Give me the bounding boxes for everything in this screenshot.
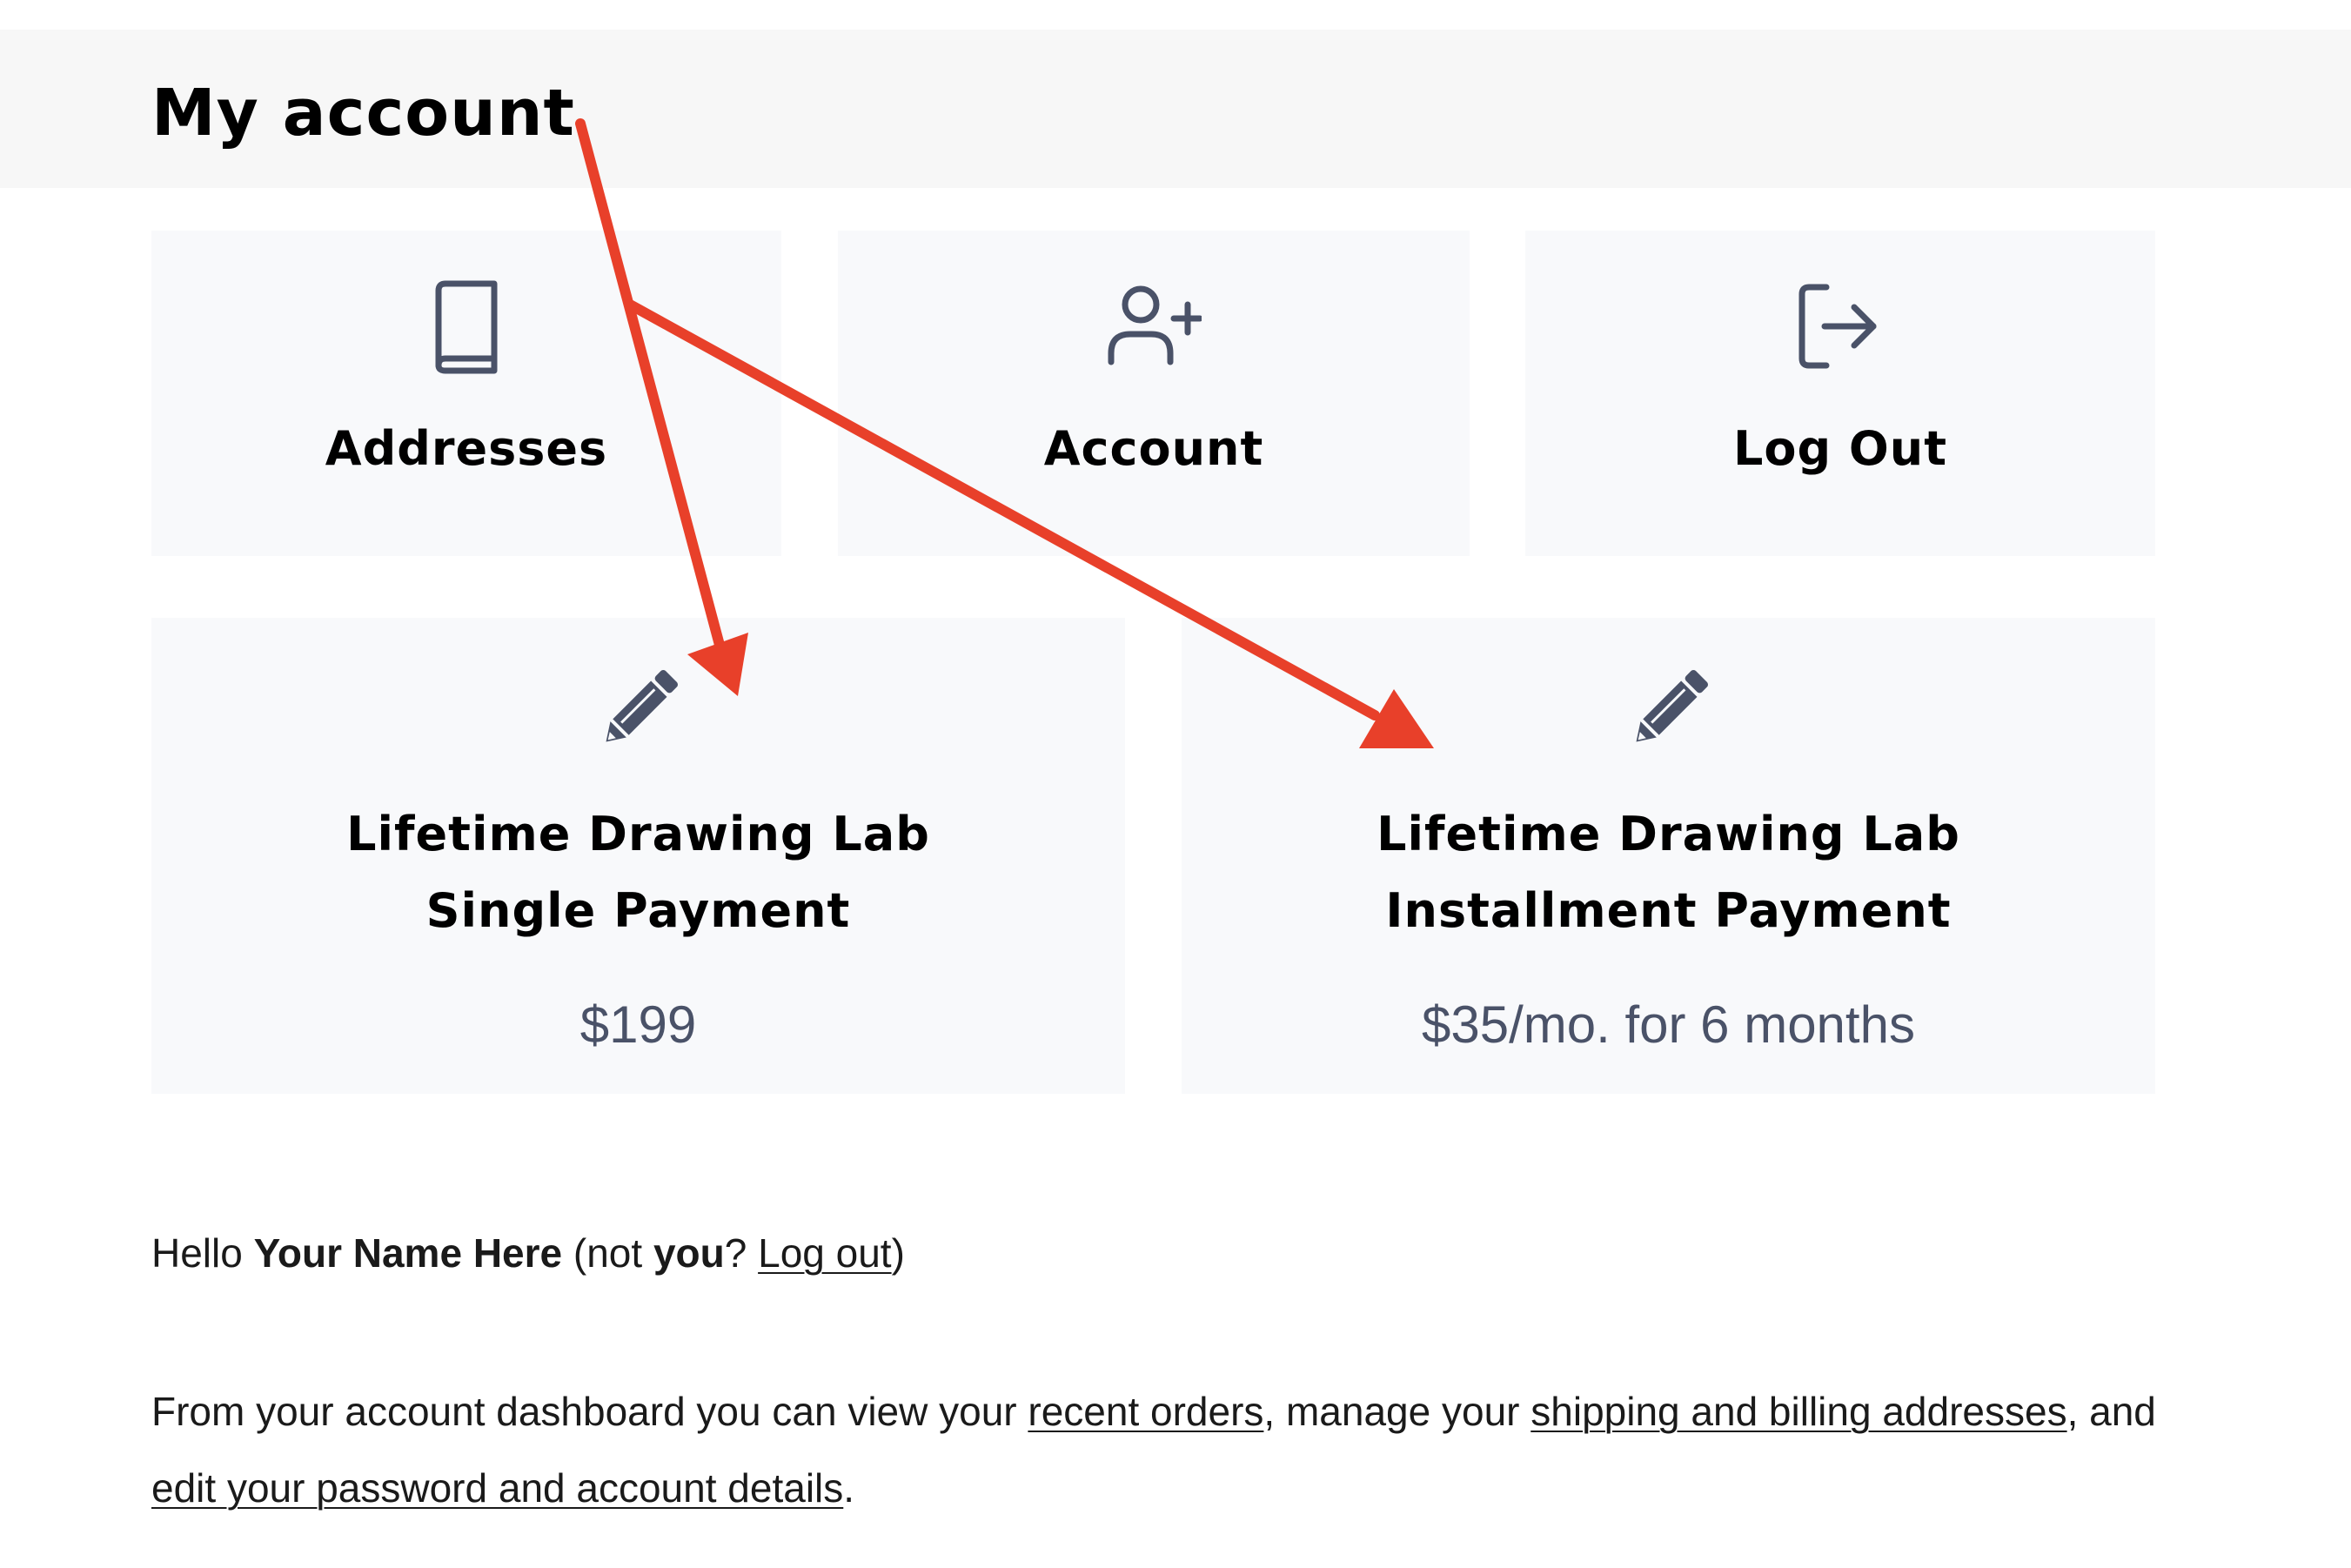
greeting-hello: Hello — [151, 1230, 243, 1276]
shipping-billing-addresses-link[interactable]: shipping and billing addresses — [1530, 1389, 2066, 1434]
single-payment-price: $199 — [579, 995, 697, 1054]
greeting-not-prefix: (not — [573, 1230, 643, 1276]
book-icon — [151, 278, 781, 374]
pencil-icon — [1182, 661, 2155, 766]
greeting-text: Hello Your Name Here (not you? Log out) — [151, 1223, 905, 1283]
installment-payment-name-line2: Installment Payment — [1385, 883, 1952, 938]
logout-label: Log Out — [1732, 421, 1948, 476]
logout-icon — [1525, 278, 2155, 374]
single-payment-tile[interactable]: Lifetime Drawing Lab Single Payment $199 — [151, 618, 1125, 1094]
page-title: My account — [151, 76, 575, 151]
installment-payment-tile[interactable]: Lifetime Drawing Lab Installment Payment… — [1182, 618, 2155, 1094]
installment-payment-price: $35/mo. for 6 months — [1422, 995, 1915, 1054]
recent-orders-link[interactable]: recent orders — [1028, 1389, 1263, 1434]
logout-tile[interactable]: Log Out — [1525, 231, 2155, 556]
addresses-tile[interactable]: Addresses — [151, 231, 781, 556]
pencil-icon — [151, 661, 1125, 766]
intro-part3: , and — [2066, 1389, 2156, 1434]
intro-part4: . — [843, 1465, 855, 1511]
user-plus-icon — [838, 278, 1470, 374]
addresses-label: Addresses — [325, 421, 608, 476]
greeting-user-name: Your Name Here — [253, 1230, 563, 1276]
greeting-you: you — [653, 1230, 725, 1276]
dashboard-intro: From your account dashboard you can view… — [151, 1373, 2240, 1526]
intro-part2: , manage your — [1263, 1389, 1520, 1434]
intro-part1: From your account dashboard you can view… — [151, 1389, 1017, 1434]
logout-link[interactable]: Log out — [758, 1230, 891, 1276]
greeting-question: ? — [724, 1230, 747, 1276]
edit-account-details-link[interactable]: edit your password and account details — [151, 1465, 843, 1511]
account-label: Account — [1043, 421, 1264, 476]
single-payment-name-line1: Lifetime Drawing Lab — [346, 807, 930, 861]
greeting-close-paren: ) — [891, 1230, 905, 1276]
single-payment-name-line2: Single Payment — [425, 883, 851, 938]
account-tile[interactable]: Account — [838, 231, 1470, 556]
installment-payment-name-line1: Lifetime Drawing Lab — [1376, 807, 1960, 861]
